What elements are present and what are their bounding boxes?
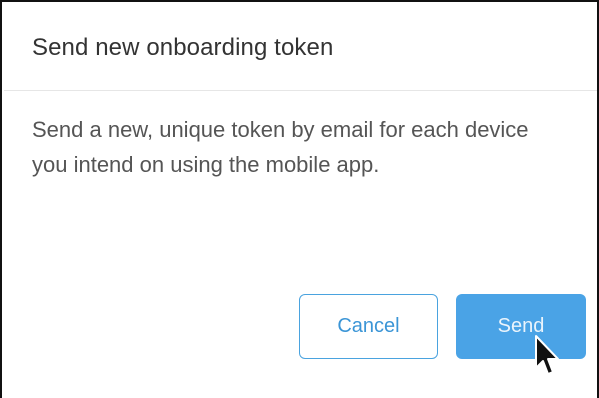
dialog: Send new onboarding token Send a new, un… <box>0 0 599 398</box>
dialog-title: Send new onboarding token <box>32 34 334 61</box>
mouse-pointer-icon <box>535 335 559 375</box>
title-divider <box>4 90 599 91</box>
dialog-message: Send a new, unique token by email for ea… <box>32 117 529 177</box>
cancel-button-label: Cancel <box>337 315 400 337</box>
send-button[interactable]: Send <box>456 294 586 359</box>
cancel-button[interactable]: Cancel <box>299 294 438 359</box>
